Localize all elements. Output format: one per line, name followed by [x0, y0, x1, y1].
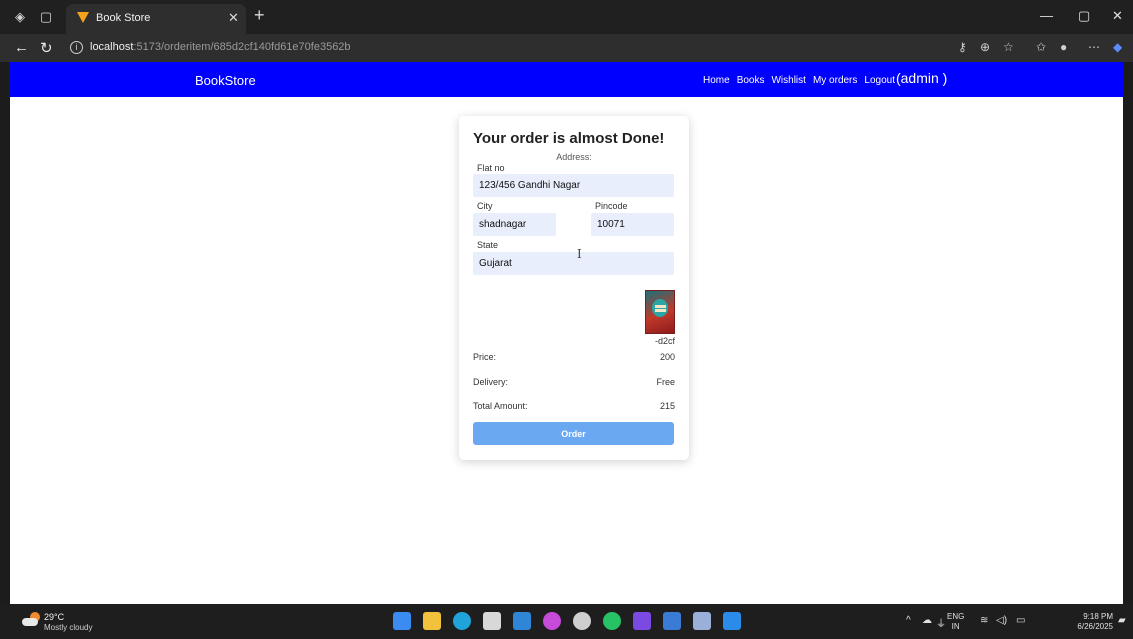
clock[interactable]: 9:18 PM 6/26/2025 [1067, 612, 1113, 632]
notifications-icon[interactable]: ▰ [1118, 615, 1126, 626]
region-code: IN [951, 622, 960, 631]
battery-icon[interactable]: ▭ [1016, 615, 1025, 626]
edge-icon[interactable] [453, 612, 471, 630]
taskbar: 29°C Mostly cloudy ^ ☁ ⏚ ENG IN ≋ ◁) ▭ 9… [0, 604, 1133, 639]
page-viewport: BookStore Home Books Wishlist My orders … [10, 62, 1123, 604]
bookstore-favicon-icon [77, 12, 89, 24]
show-hidden-icons-icon[interactable]: ^ [906, 615, 911, 626]
weather-condition: Mostly cloudy [44, 623, 93, 632]
favorites-icon[interactable]: ✩ [1036, 40, 1046, 54]
wifi-icon[interactable]: ≋ [980, 615, 988, 626]
maximize-icon[interactable]: ▢ [1078, 8, 1090, 24]
nav-books[interactable]: Books [737, 75, 765, 86]
pincode-label: Pincode [595, 201, 628, 211]
state-label: State [477, 240, 499, 250]
zoom-icon[interactable]: ⊕ [980, 40, 990, 54]
vscode-icon[interactable] [723, 612, 741, 630]
key-icon[interactable]: ⚷ [958, 40, 967, 54]
copilot-app-icon[interactable] [543, 612, 561, 630]
outlook-icon[interactable] [513, 612, 531, 630]
copilot-icon[interactable]: ◆ [1113, 40, 1122, 54]
address-heading: Address: [556, 152, 592, 162]
minimize-icon[interactable]: — [1040, 8, 1053, 23]
url-text: localhost:5173/orderitem/685d2cf140fd61e… [90, 41, 351, 53]
flat-label: Flat no [477, 163, 505, 173]
tab-title: Book Store [96, 12, 151, 24]
delivery-label: Delivery: [473, 377, 509, 387]
profile-avatar-icon[interactable]: ● [1060, 40, 1067, 54]
taskbar-apps [393, 612, 753, 630]
snipping-tool-icon[interactable] [693, 612, 711, 630]
site-navbar: BookStore Home Books Wishlist My orders … [10, 62, 1123, 97]
book-cover-image [645, 290, 675, 334]
address-bar[interactable]: i localhost:5173/orderitem/685d2cf140fd6… [62, 37, 1022, 59]
site-info-icon[interactable]: i [70, 41, 83, 54]
file-explorer-icon[interactable] [423, 612, 441, 630]
clock-date: 6/26/2025 [1077, 622, 1113, 631]
close-tab-icon[interactable]: ✕ [228, 10, 239, 26]
volume-icon[interactable]: ◁) [996, 615, 1007, 626]
nav-logout[interactable]: Logout [864, 75, 895, 86]
brand-logo[interactable]: BookStore [195, 73, 256, 88]
nav-wishlist[interactable]: Wishlist [771, 75, 805, 86]
store-icon[interactable] [483, 612, 501, 630]
start-icon[interactable] [393, 612, 411, 630]
close-window-icon[interactable]: ✕ [1112, 8, 1123, 24]
flat-input[interactable] [473, 174, 674, 197]
book-id: -d2cf [654, 336, 675, 346]
text-cursor-icon: I [577, 247, 582, 261]
language-code: ENG [947, 612, 965, 621]
language-indicator[interactable]: ENG IN [947, 612, 964, 632]
usb-icon[interactable]: ⏚ [936, 615, 946, 630]
city-input[interactable] [473, 213, 556, 236]
refresh-icon[interactable]: ↻ [40, 39, 53, 57]
bootstrap-icon[interactable] [633, 612, 651, 630]
back-icon[interactable]: ← [14, 39, 29, 56]
order-button[interactable]: Order [473, 422, 674, 445]
nav-home[interactable]: Home [703, 75, 730, 86]
city-label: City [477, 201, 493, 211]
more-menu-icon[interactable]: ⋯ [1088, 40, 1100, 54]
workspaces-icon[interactable]: ◈ [12, 9, 28, 25]
order-card: Your order is almost Done! Address: Flat… [459, 116, 689, 460]
weather-icon[interactable] [22, 612, 40, 626]
price-label: Price: [473, 352, 497, 362]
cloud-icon [22, 618, 38, 626]
total-label: Total Amount: [473, 401, 528, 411]
tab-actions-icon[interactable]: ▢ [38, 9, 54, 25]
delivery-value: Free [656, 377, 675, 387]
weather-temperature: 29°C [44, 612, 65, 622]
new-tab-icon[interactable]: + [254, 5, 265, 26]
nav-my-orders[interactable]: My orders [813, 75, 857, 86]
onedrive-icon[interactable]: ☁ [922, 615, 932, 626]
page-title: Your order is almost Done! [473, 130, 665, 147]
notepad-icon[interactable] [663, 612, 681, 630]
url-host: localhost [90, 41, 134, 53]
browser-tab[interactable]: Book Store ✕ [66, 4, 246, 34]
url-path: :5173/orderitem/685d2cf140fd61e70fe3562b [133, 41, 351, 53]
pincode-input[interactable] [591, 213, 674, 236]
whatsapp-icon[interactable] [603, 612, 621, 630]
favorite-star-icon[interactable]: ☆ [1003, 40, 1014, 54]
state-input[interactable] [473, 252, 674, 275]
nav-links: Home Books Wishlist My orders Logout (ad… [703, 70, 947, 86]
clock-time: 9:18 PM [1083, 612, 1113, 621]
current-user: (admin ) [895, 70, 948, 86]
price-value: 200 [659, 352, 675, 362]
browser-tab-strip: ◈ ▢ Book Store ✕ + — ▢ ✕ [0, 0, 1133, 34]
total-value: 215 [659, 401, 675, 411]
chatgpt-icon[interactable] [573, 612, 591, 630]
